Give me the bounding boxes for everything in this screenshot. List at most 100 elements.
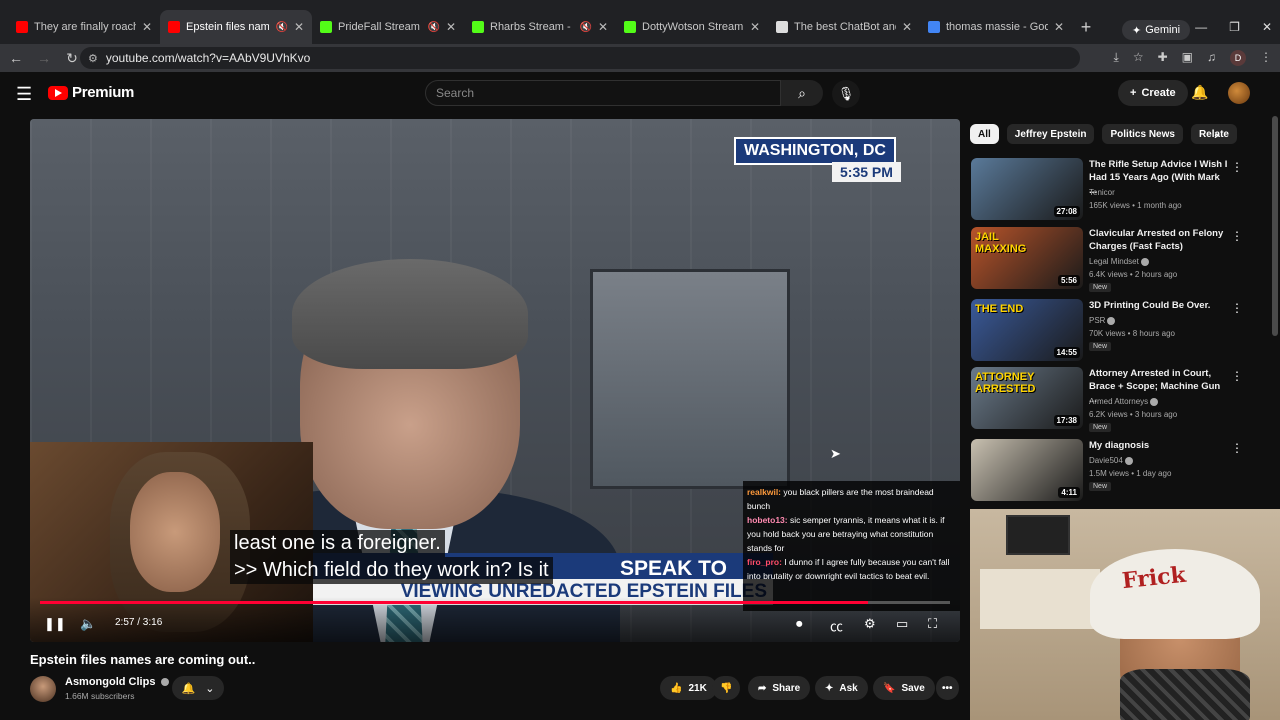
extensions-icon[interactable]: ✚ bbox=[1158, 50, 1168, 66]
recommended-channel-name: Tenicor bbox=[1089, 188, 1115, 197]
more-options-icon[interactable]: ⋮ bbox=[1231, 441, 1243, 455]
recommended-video[interactable]: THE END 14:55 3D Printing Could Be Over. PS… bbox=[971, 299, 1266, 361]
new-tab-icon[interactable]: + bbox=[1072, 10, 1100, 44]
recommended-channel[interactable]: PSR bbox=[1089, 314, 1116, 327]
video-player[interactable]: WASHINGTON, DC 5:35 PM SPEAK TO VIEWING … bbox=[30, 119, 960, 642]
ask-button[interactable]: ✦ Ask bbox=[815, 676, 868, 700]
omnibox[interactable]: ⚙ youtube.com/watch?v=AAbV9UVhKvo bbox=[80, 47, 1080, 69]
tab-muted-icon[interactable]: 🔇 bbox=[579, 22, 591, 33]
notifications-bell-icon[interactable]: 🔔 bbox=[1191, 84, 1208, 101]
video-thumbnail[interactable]: 27:08 bbox=[971, 158, 1083, 220]
settings-gear-icon[interactable]: ⚙ bbox=[864, 616, 876, 632]
media-icon[interactable]: ♫ bbox=[1207, 50, 1216, 66]
tab-close-icon[interactable]: ✕ bbox=[294, 20, 304, 34]
search-button[interactable]: ⌕ bbox=[781, 80, 823, 106]
tab-muted-icon[interactable]: 🔇 bbox=[275, 22, 287, 33]
channel-avatar[interactable] bbox=[30, 676, 56, 702]
bookmark-star-icon[interactable]: ☆ bbox=[1133, 50, 1144, 66]
hamburger-menu-icon[interactable]: ☰ bbox=[16, 84, 32, 105]
voice-search-button[interactable]: 🎙 bbox=[832, 80, 860, 108]
create-button[interactable]: + Create bbox=[1118, 80, 1188, 106]
browser-tab[interactable]: PrideFall Stream - Watch 🔇 ✕ bbox=[312, 10, 464, 44]
site-info-icon[interactable]: ⚙ bbox=[88, 52, 98, 65]
save-button[interactable]: 🔖 Save bbox=[873, 676, 935, 700]
back-icon[interactable]: ← bbox=[4, 50, 28, 66]
recommended-video-title[interactable]: My diagnosis bbox=[1089, 439, 1229, 452]
video-thumbnail[interactable]: JAIL MAXXING 5:56 bbox=[971, 227, 1083, 289]
recommended-video[interactable]: JAIL MAXXING 5:56 Clavicular Arrested on F… bbox=[971, 227, 1266, 292]
tab-muted-icon[interactable]: 🔇 bbox=[427, 22, 439, 33]
browser-tab[interactable]: The best ChatBot and Widget ✕ bbox=[768, 10, 920, 44]
more-options-icon[interactable]: ⋮ bbox=[1231, 301, 1243, 315]
share-button[interactable]: ➦ Share bbox=[748, 676, 811, 700]
split-view-icon[interactable]: ▣ bbox=[1182, 50, 1193, 66]
gemini-button[interactable]: ✦ Gemini bbox=[1122, 20, 1191, 40]
recommended-video-title[interactable]: Clavicular Arrested on Felony Charges (F… bbox=[1089, 227, 1229, 253]
profile-avatar[interactable]: D bbox=[1230, 50, 1246, 66]
browser-tab[interactable]: They are finally roaching out. ✕ bbox=[8, 10, 160, 44]
search-input[interactable]: Search bbox=[425, 80, 781, 106]
video-thumbnail[interactable]: THE END 14:55 bbox=[971, 299, 1083, 361]
more-options-icon[interactable]: ⋮ bbox=[1231, 369, 1243, 383]
browser-tab[interactable]: DottyWotson Stream - Watch ✕ bbox=[616, 10, 768, 44]
pause-icon[interactable]: ❚❚ bbox=[44, 616, 66, 632]
tab-close-icon[interactable]: ✕ bbox=[902, 20, 912, 34]
thumbnail-text: JAIL MAXXING bbox=[975, 231, 1027, 255]
browser-tab[interactable]: Rharbs Stream - Watch Live 🔇 ✕ bbox=[464, 10, 616, 44]
tab-close-icon[interactable]: ✕ bbox=[142, 20, 152, 34]
stream-chat-overlay: realkwil: you black pillers are the most… bbox=[743, 481, 960, 611]
install-app-icon[interactable]: ⤓ bbox=[1114, 50, 1119, 66]
recommended-channel[interactable]: Legal Mindset bbox=[1089, 255, 1149, 268]
chevron-right-icon[interactable]: › bbox=[1214, 126, 1219, 142]
filter-chips: All Jeffrey Epstein Politics News Relate bbox=[970, 124, 1237, 144]
close-window-icon[interactable]: ✕ bbox=[1262, 20, 1272, 34]
tab-close-icon[interactable]: ✕ bbox=[750, 20, 760, 34]
video-duration: 5:56 bbox=[1057, 275, 1080, 286]
more-actions-button[interactable]: ••• bbox=[936, 676, 959, 700]
recommended-channel[interactable]: Armed Attorneys bbox=[1089, 395, 1159, 408]
recommended-channel[interactable]: Tenicor bbox=[1089, 186, 1115, 199]
chat-message: firo_pro: I dunno if I agree fully becau… bbox=[747, 555, 956, 583]
dislike-button[interactable]: 👎 bbox=[712, 676, 741, 700]
channel-name[interactable]: Asmongold Clips bbox=[65, 676, 169, 688]
tab-close-icon[interactable]: ✕ bbox=[1054, 20, 1064, 34]
tab-close-icon[interactable]: ✕ bbox=[446, 20, 456, 34]
recommended-video[interactable]: 4:11 My diagnosis Davie504 1.5M views • 1 d… bbox=[971, 439, 1266, 501]
more-options-icon[interactable]: ⋮ bbox=[1231, 229, 1243, 243]
browser-tab[interactable]: thomas massie - Google Search ✕ bbox=[920, 10, 1072, 44]
more-options-icon[interactable]: ⋮ bbox=[1231, 160, 1243, 174]
tab-close-icon[interactable]: ✕ bbox=[598, 20, 608, 34]
recommended-video[interactable]: 27:08 The Rifle Setup Advice I Wish I Had… bbox=[971, 158, 1266, 220]
restore-icon[interactable]: ❐ bbox=[1229, 20, 1240, 34]
autoplay-toggle-icon[interactable]: ⏺ bbox=[796, 616, 803, 632]
gemini-label: Gemini bbox=[1145, 24, 1181, 36]
progress-bar[interactable] bbox=[40, 601, 950, 604]
filter-chip[interactable]: Politics News bbox=[1102, 124, 1183, 144]
forward-icon[interactable]: → bbox=[32, 50, 56, 66]
volume-icon[interactable]: 🔈 bbox=[80, 616, 96, 632]
recommended-channel[interactable]: Davie504 bbox=[1089, 454, 1133, 467]
fullscreen-icon[interactable]: ⛶ bbox=[928, 616, 937, 632]
like-button[interactable]: 👍 21K bbox=[660, 676, 717, 700]
video-thumbnail[interactable]: ATTORNEY ARRESTED 17:38 bbox=[971, 367, 1083, 429]
theater-mode-icon[interactable]: ▭ bbox=[896, 616, 908, 632]
subscriber-count: 1.66M subscribers bbox=[65, 691, 135, 701]
page-scrollbar[interactable] bbox=[1272, 116, 1278, 336]
captions-icon[interactable]: ㏄ bbox=[830, 616, 843, 635]
recommended-channel-name: Armed Attorneys bbox=[1089, 397, 1149, 406]
subscription-bell-button[interactable]: 🔔 ⌄ bbox=[172, 676, 224, 700]
account-avatar[interactable] bbox=[1228, 82, 1250, 104]
bell-icon: 🔔 bbox=[181, 682, 196, 695]
minimize-icon[interactable]: — bbox=[1195, 20, 1207, 34]
recommended-video-title[interactable]: 3D Printing Could Be Over. bbox=[1089, 299, 1229, 312]
youtube-logo[interactable]: Premium bbox=[48, 84, 134, 101]
browser-tab[interactable]: Epstein files names are coming out 🔇 ✕ bbox=[160, 10, 312, 44]
tab-title: Epstein files names are coming out bbox=[186, 21, 270, 33]
filter-chip[interactable]: Jeffrey Epstein bbox=[1006, 124, 1095, 144]
browser-menu-icon[interactable]: ⋮ bbox=[1260, 50, 1272, 66]
new-badge: New bbox=[1089, 482, 1112, 491]
filter-chip[interactable]: All bbox=[970, 124, 999, 144]
video-thumbnail[interactable]: 4:11 bbox=[971, 439, 1083, 501]
browser-tab-bar: They are finally roaching out.✕Epstein f… bbox=[0, 0, 1280, 44]
recommended-video[interactable]: ATTORNEY ARRESTED 17:38 Attorney Arrested … bbox=[971, 367, 1266, 432]
